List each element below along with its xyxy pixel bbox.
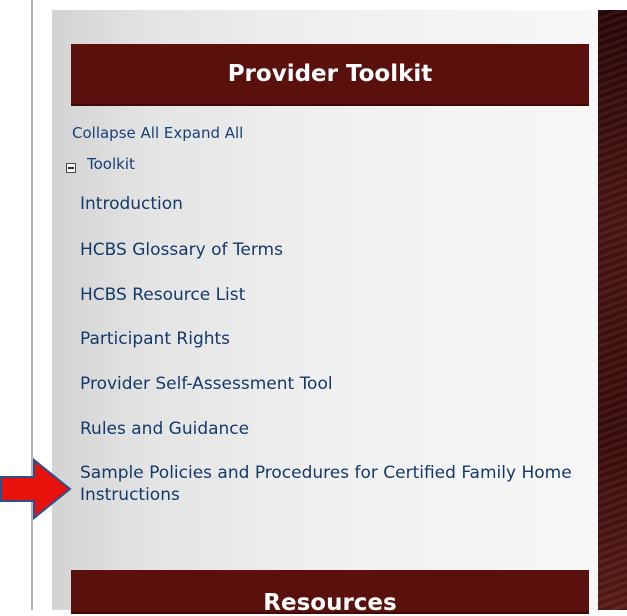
tree-root-toolkit[interactable]: Toolkit xyxy=(66,155,135,173)
nav-link-participant-rights[interactable]: Participant Rights xyxy=(80,328,590,350)
right-arrow-icon xyxy=(0,458,72,520)
provider-toolkit-header: Provider Toolkit xyxy=(71,44,589,106)
nav-link-introduction[interactable]: Introduction xyxy=(80,193,590,215)
tree-root-label[interactable]: Toolkit xyxy=(87,155,135,173)
minus-box-icon[interactable] xyxy=(66,162,76,173)
resources-header: Resources xyxy=(71,570,589,616)
resources-title: Resources xyxy=(263,590,397,616)
expand-all-link[interactable]: Expand All xyxy=(164,124,243,142)
background-image-strip xyxy=(598,10,627,610)
nav-link-rules-guidance[interactable]: Rules and Guidance xyxy=(80,418,590,440)
tree-controls: Collapse All Expand All xyxy=(72,124,243,142)
collapse-all-link[interactable]: Collapse All xyxy=(72,124,159,142)
nav-link-glossary[interactable]: HCBS Glossary of Terms xyxy=(80,239,590,261)
nav-link-self-assessment-tool[interactable]: Provider Self-Assessment Tool xyxy=(80,373,590,395)
provider-toolkit-title: Provider Toolkit xyxy=(227,61,433,87)
nav-link-resource-list[interactable]: HCBS Resource List xyxy=(80,284,590,306)
nav-link-sample-policies[interactable]: Sample Policies and Procedures for Certi… xyxy=(80,462,590,506)
